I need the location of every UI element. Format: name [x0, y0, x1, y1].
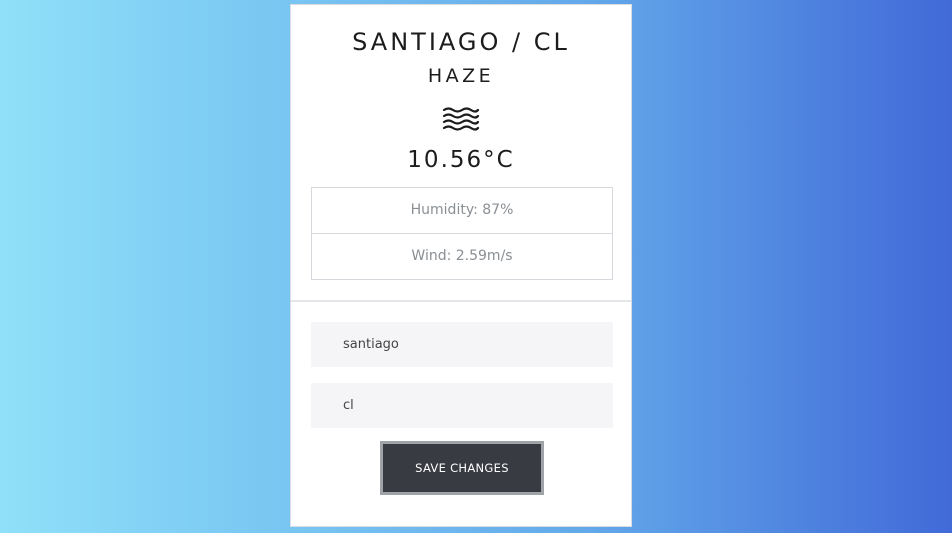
- save-changes-button[interactable]: SAVE CHANGES: [380, 441, 544, 495]
- humidity-value: Humidity: 87%: [410, 202, 514, 218]
- city-input[interactable]: [311, 322, 613, 367]
- divider: [291, 300, 631, 302]
- country-input[interactable]: [311, 383, 613, 428]
- weather-card: SANTIAGO / CL HAZE 10.56°C Humidity: 87%…: [290, 4, 632, 527]
- wind-value: Wind: 2.59m/s: [312, 233, 612, 279]
- location-title: SANTIAGO / CL: [352, 28, 570, 56]
- weather-details: Humidity: 87% Wind: 2.59m/s: [311, 187, 613, 280]
- temperature: 10.56°C: [407, 147, 515, 173]
- haze-icon: [442, 107, 480, 131]
- weather-condition: HAZE: [427, 65, 495, 87]
